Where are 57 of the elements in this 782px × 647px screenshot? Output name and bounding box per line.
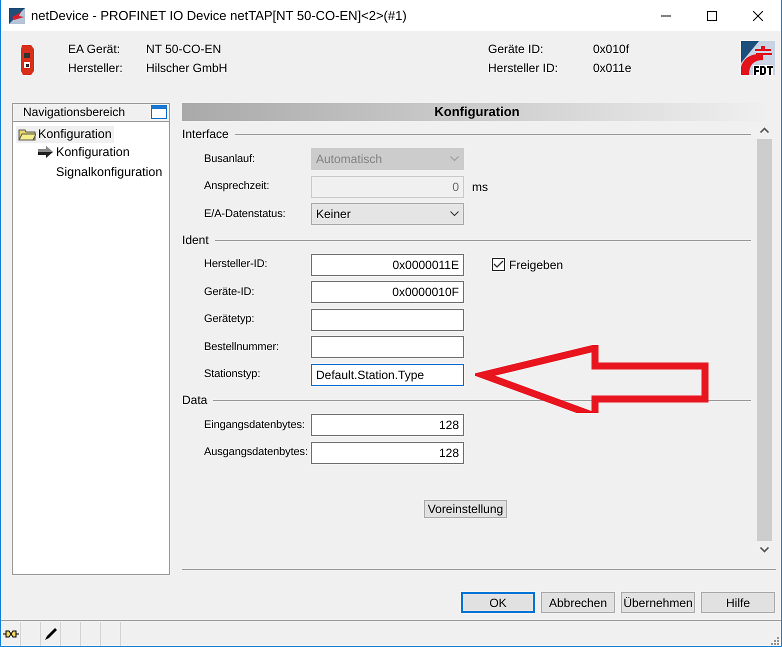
unit-label: ms xyxy=(472,180,488,194)
resize-grip-icon[interactable] xyxy=(771,636,779,645)
panel-title: Navigationsbereich xyxy=(23,104,126,120)
app-icon xyxy=(9,8,25,24)
field-label: EA Gerät: xyxy=(68,42,122,56)
checkmark-icon xyxy=(493,260,504,270)
field-label: Hersteller-ID: xyxy=(204,258,268,272)
logo-icon xyxy=(741,41,775,75)
field-label: Geräte-ID: xyxy=(204,286,256,300)
field-label: Hersteller: xyxy=(68,61,124,76)
field-label: Eingangsdatenbytes: xyxy=(204,418,306,432)
scroll-down-icon[interactable] xyxy=(760,546,769,553)
field-label: Busanlauf: xyxy=(204,152,256,166)
dialog-button[interactable]: Übernehmen xyxy=(621,592,695,614)
input-field[interactable] xyxy=(311,308,464,331)
field-value: Hilscher GmbH xyxy=(146,61,228,76)
input-field[interactable]: 128 xyxy=(311,414,464,436)
dialog-button[interactable]: Abbrechen xyxy=(541,592,615,614)
input-field[interactable] xyxy=(311,336,464,358)
dialog-button[interactable]: Hilfe xyxy=(701,592,775,614)
field-label: Bestellnummer: xyxy=(204,340,280,354)
window-icon[interactable] xyxy=(151,105,167,120)
section-title: Interface xyxy=(182,127,229,142)
field-label: Ansprechzeit: xyxy=(204,180,270,194)
checkbox[interactable]: Freigeben xyxy=(492,258,564,272)
section-title: Ident xyxy=(182,232,209,248)
reset-button[interactable]: Voreinstellung xyxy=(424,500,508,518)
field-label: Hersteller ID: xyxy=(488,61,560,76)
window-title: netDevice - PROFINET IO Device netTAP[NT 50-CO-EN]<2>(#1) xyxy=(31,8,408,24)
pencil-icon[interactable] xyxy=(44,626,58,641)
scroll-up-icon[interactable] xyxy=(760,126,769,133)
input-field[interactable]: Default.Station.Type xyxy=(311,364,464,386)
input-field[interactable]: 0x0000011E xyxy=(311,254,464,276)
field-label: Ausgangsdatenbytes: xyxy=(204,446,309,460)
section-title: Data xyxy=(182,393,208,408)
maximize-icon[interactable] xyxy=(707,10,717,20)
field-label: Stationstyp: xyxy=(204,368,262,382)
tree-item[interactable]: Signalkonfiguration xyxy=(36,164,164,182)
dialog-button[interactable]: OK xyxy=(461,592,535,614)
folder-icon xyxy=(18,127,36,142)
input-field[interactable]: 128 xyxy=(311,442,464,464)
field-value: NT 50-CO-EN xyxy=(146,42,222,56)
connector-icon[interactable] xyxy=(2,628,18,639)
dropdown[interactable]: Keiner xyxy=(311,203,464,226)
field-value: 0x011e xyxy=(593,61,632,76)
field-label: Gerätetyp: xyxy=(204,313,256,327)
tree-item[interactable]: Konfiguration xyxy=(36,144,132,161)
field-label: Geräte ID: xyxy=(488,42,544,56)
panel-title: Konfiguration xyxy=(434,104,520,120)
input-field[interactable]: 0x0000010F xyxy=(311,281,464,304)
device-icon xyxy=(19,43,36,77)
close-icon[interactable] xyxy=(753,10,763,20)
field-label: E/A-Datenstatus: xyxy=(204,208,287,222)
caret-icon[interactable] xyxy=(450,211,459,218)
arrow-icon xyxy=(38,146,54,158)
field-value: 0x010f xyxy=(593,42,630,56)
tree-item[interactable]: Konfiguration xyxy=(16,126,114,143)
